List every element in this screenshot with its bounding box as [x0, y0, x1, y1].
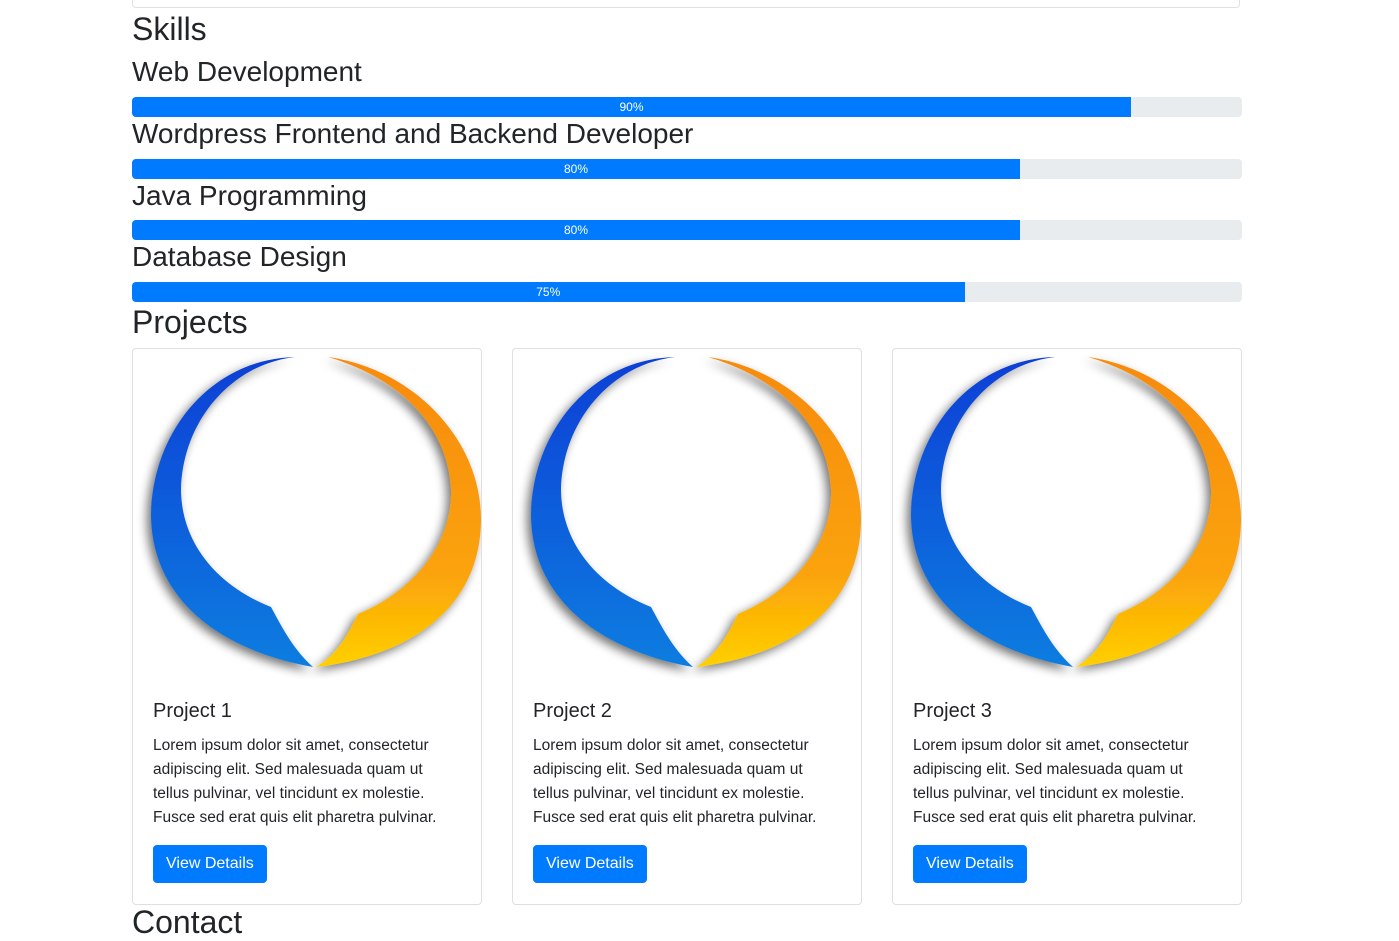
previous-section-card	[132, 0, 1240, 8]
card-body: Project 3 Lorem ipsum dolor sit amet, co…	[913, 699, 1223, 883]
skill-name-java: Java Programming	[132, 180, 367, 211]
project-card: Project 3 Lorem ipsum dolor sit amet, co…	[892, 348, 1242, 905]
progress-bar-fill: 80%	[132, 220, 1020, 240]
project-title: Project 1	[153, 700, 232, 722]
view-details-button[interactable]: View Details	[533, 845, 647, 883]
card-body: Project 1 Lorem ipsum dolor sit amet, co…	[153, 699, 463, 883]
speech-bubble-logo-icon	[151, 357, 481, 667]
skill-progress-java: 80%	[132, 220, 1242, 240]
card-body: Project 2 Lorem ipsum dolor sit amet, co…	[533, 699, 843, 883]
skill-name-wordpress: Wordpress Frontend and Backend Developer	[132, 118, 694, 149]
skill-progress-wordpress: 80%	[132, 159, 1242, 179]
skill-progress-database: 75%	[132, 282, 1242, 302]
project-title: Project 3	[913, 700, 992, 722]
skills-heading: Skills	[132, 11, 207, 47]
view-details-button[interactable]: View Details	[153, 845, 267, 883]
project-description: Lorem ipsum dolor sit amet, consectetur …	[533, 737, 817, 826]
project-description: Lorem ipsum dolor sit amet, consectetur …	[153, 737, 437, 826]
speech-bubble-logo-icon	[911, 357, 1241, 667]
view-details-button[interactable]: View Details	[913, 845, 1027, 883]
skill-progress-web-development: 90%	[132, 97, 1242, 117]
project-cards: Project 1 Lorem ipsum dolor sit amet, co…	[132, 348, 1242, 905]
projects-heading: Projects	[132, 304, 248, 340]
project-title: Project 2	[533, 700, 612, 722]
speech-bubble-logo-icon	[531, 357, 861, 667]
skill-name-database: Database Design	[132, 241, 347, 272]
progress-bar-fill: 90%	[132, 97, 1131, 117]
progress-bar-fill: 75%	[132, 282, 965, 302]
project-card: Project 1 Lorem ipsum dolor sit amet, co…	[132, 348, 482, 905]
project-card: Project 2 Lorem ipsum dolor sit amet, co…	[512, 348, 862, 905]
progress-bar-fill: 80%	[132, 159, 1020, 179]
project-description: Lorem ipsum dolor sit amet, consectetur …	[913, 737, 1197, 826]
skill-name-web-development: Web Development	[132, 56, 362, 87]
contact-heading: Contact	[132, 904, 243, 940]
